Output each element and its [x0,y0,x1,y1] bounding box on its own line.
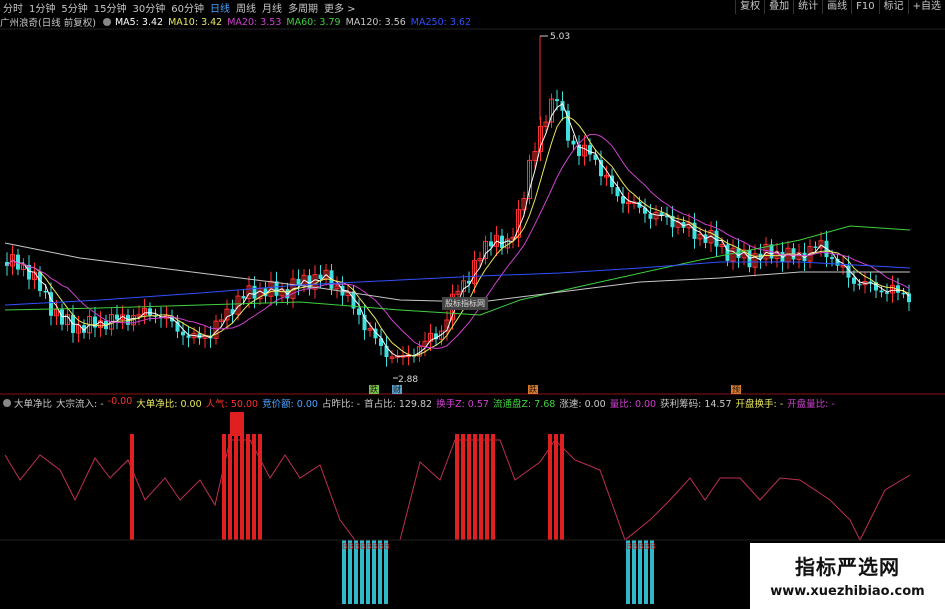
sub-red-bar [548,434,552,540]
sub-legend-item: -0.00 [107,396,133,407]
candle-down [599,159,603,177]
sub-chart-legend: 大单净比 大宗流入: - -0.00 大单净比: 0.00 人气: 50.00 竞价额: … [0,396,842,410]
candle-down [857,283,862,286]
candle-down [252,285,257,299]
bar-marker: B [384,542,390,551]
sub-red-bar [130,434,134,540]
sub-red-bar [455,434,459,540]
sub-legend-item: 首占比: 129.82 [364,399,433,410]
settings-icon[interactable] [3,399,11,407]
sub-legend-item: 人气: 50.00 [205,399,259,410]
candle-down [357,308,361,315]
candle-down [115,314,119,320]
bar-marker: B [650,542,656,551]
sub-red-bar [240,434,244,540]
sub-legend-item: 竞价额: 0.00 [262,399,318,410]
sub-legend-item: 开盘换手: - [735,399,784,410]
sub-red-bar [554,434,558,540]
sub-legend-item: 大宗流入: - [56,399,104,410]
sub-red-bar [228,434,232,540]
chart-tooltip: 股标指标网 [442,297,488,310]
high-label: 5.03 [550,32,570,42]
bar-marker: B [638,542,644,551]
sub-legend-item: 占昨比: - [321,399,361,410]
bar-marker: B [378,542,384,551]
sub-red-bar [479,434,483,540]
candle-down [489,241,493,247]
candle-down [813,246,818,249]
sub-red-bar [258,434,262,540]
candle-down [274,281,279,296]
sub-indicator-values: 大单净比 大宗流入: - -0.00 大单净比: 0.00 人气: 50.00 竞价额: … [14,396,839,410]
candle-down [885,292,889,294]
sub-legend-item: 大单净比: 0.00 [136,399,202,410]
candle-down [181,331,185,336]
sub-red-bar [252,434,256,540]
sub-red-bar [230,412,244,436]
candle-down [830,257,834,259]
sub-legend-item: 大单净比 [14,399,53,410]
low-label: 2.88 [398,375,418,385]
candle-down [555,99,559,102]
bar-marker: B [360,542,366,551]
sub-red-bar [461,434,465,540]
bar-marker: B [366,542,372,551]
bar-marker: B [342,542,348,551]
watermark-url: www.xuezhibiao.com [770,584,925,599]
sub-legend-item: 流通盘Z: 7.68 [492,399,556,410]
site-watermark: 指标严选网 www.xuezhibiao.com [750,543,945,609]
bar-marker: B [354,542,360,551]
candle-down [879,290,884,293]
sub-red-bar [222,434,226,540]
sub-legend-item: 量比: 0.00 [609,399,657,410]
sub-legend-item: 开盘量比: - [787,399,835,410]
candle-down [43,290,48,293]
bar-marker: B [626,542,632,551]
candle-down [318,274,323,279]
candle-down [500,235,504,248]
sub-red-bar [246,434,250,540]
bar-marker: B [348,542,354,551]
sub-legend-item: 换手Z: 0.57 [436,399,489,410]
candle-down [901,292,906,295]
watermark-title: 指标严选网 [795,555,900,579]
event-tag[interactable]: 跌 [528,385,538,394]
sub-red-bar [485,434,489,540]
event-tag[interactable]: 跌 [369,385,379,394]
sub-red-bar [473,434,477,540]
candle-down [241,296,246,299]
sub-red-bar [491,434,495,540]
sub-legend-item: 获利筹码: 14.57 [660,399,732,410]
sub-red-bar [467,434,471,540]
candle-down [148,308,152,316]
candle-down [725,244,730,261]
bar-marker: B [372,542,378,551]
sub-red-bar [560,434,564,540]
candle-down [571,140,576,145]
candle-down [186,335,191,338]
bar-marker: B [644,542,650,551]
candle-down [852,277,856,284]
sub-red-bar [234,434,238,540]
event-tag[interactable]: 财 [392,385,402,394]
sub-legend-item: 涨速: 0.00 [559,399,606,410]
candle-down [648,213,653,219]
candle-down [588,145,592,155]
event-tag[interactable]: 预 [731,385,741,394]
bar-marker: B [632,542,638,551]
